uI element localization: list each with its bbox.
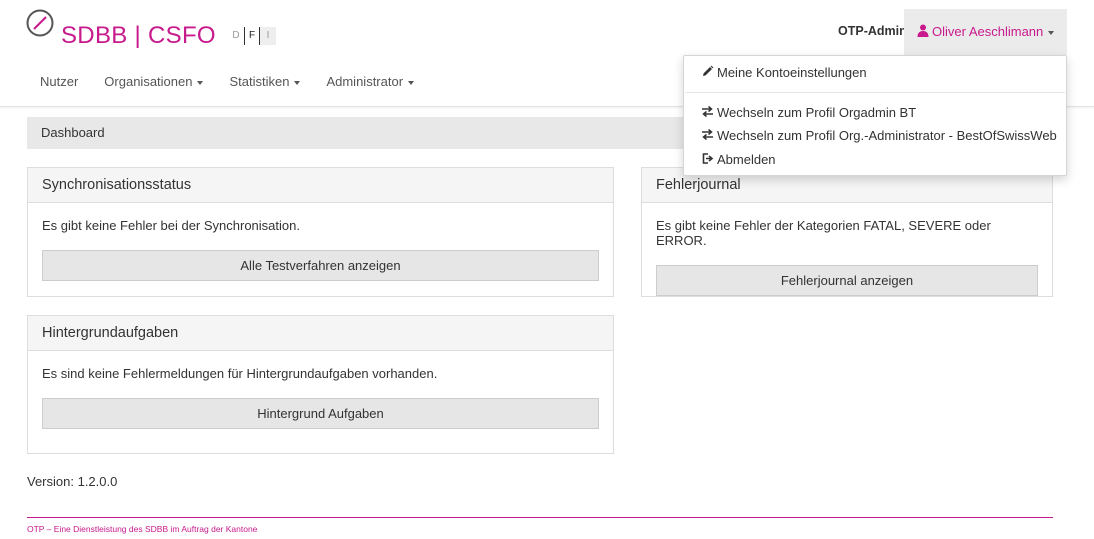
nav-statistiken[interactable]: Statistiken bbox=[216, 64, 313, 99]
show-error-journal-button[interactable]: Fehlerjournal anzeigen bbox=[656, 265, 1038, 296]
pencil-icon bbox=[703, 65, 714, 76]
user-menu-button[interactable]: Oliver Aeschlimann bbox=[904, 9, 1067, 55]
menu-item-label: Meine Kontoeinstellungen bbox=[717, 65, 867, 80]
panel-title: Synchronisationsstatus bbox=[28, 168, 613, 203]
nav-label: Organisationen bbox=[104, 74, 193, 89]
menu-item-switch-bestofswissweb[interactable]: Wechseln zum Profil Org.-Administrator -… bbox=[701, 128, 1057, 143]
switch-icon bbox=[702, 105, 713, 118]
caret-down-icon bbox=[408, 80, 415, 85]
lang-it[interactable]: I bbox=[260, 27, 276, 45]
menu-item-logout[interactable]: Abmelden bbox=[701, 152, 776, 167]
panel-message: Es gibt keine Fehler der Kategorien FATA… bbox=[656, 218, 991, 248]
user-icon bbox=[917, 24, 929, 37]
nav-nutzer[interactable]: Nutzer bbox=[27, 64, 91, 99]
error-journal-panel: Fehlerjournal Es gibt keine Fehler der K… bbox=[641, 167, 1053, 297]
brand-name: SDBB | CSFO bbox=[61, 22, 216, 49]
user-role-label: OTP-Admin bbox=[838, 24, 907, 38]
user-name: Oliver Aeschlimann bbox=[932, 24, 1044, 39]
background-tasks-button[interactable]: Hintergrund Aufgaben bbox=[42, 398, 599, 429]
panel-title: Hintergrundaufgaben bbox=[28, 316, 613, 351]
footer-divider bbox=[27, 517, 1053, 518]
sync-status-panel: Synchronisationsstatus Es gibt keine Feh… bbox=[27, 167, 614, 297]
nav-administrator[interactable]: Administrator bbox=[313, 64, 427, 99]
lang-de[interactable]: D bbox=[228, 27, 244, 45]
panel-message: Es sind keine Fehlermeldungen für Hinter… bbox=[42, 366, 438, 381]
compass-icon bbox=[26, 9, 54, 37]
switch-icon bbox=[702, 128, 713, 141]
version-label: Version: 1.2.0.0 bbox=[27, 474, 118, 489]
menu-item-label: Abmelden bbox=[717, 152, 776, 167]
user-dropdown-menu: Meine Kontoeinstellungen Wechseln zum Pr… bbox=[683, 55, 1067, 176]
menu-item-account-settings[interactable]: Meine Kontoeinstellungen bbox=[701, 65, 867, 80]
menu-item-label: Wechseln zum Profil Orgadmin BT bbox=[717, 105, 917, 120]
nav-organisationen[interactable]: Organisationen bbox=[91, 64, 216, 99]
panel-message: Es gibt keine Fehler bei der Synchronisa… bbox=[42, 218, 300, 233]
menu-divider bbox=[685, 92, 1065, 93]
nav-label: Administrator bbox=[326, 74, 404, 89]
lang-fr[interactable]: F bbox=[244, 27, 260, 45]
menu-item-label: Wechseln zum Profil Org.-Administrator -… bbox=[717, 128, 1057, 143]
nav-label: Nutzer bbox=[40, 74, 79, 89]
logout-icon bbox=[702, 153, 714, 164]
menu-item-switch-orgadmin-bt[interactable]: Wechseln zum Profil Orgadmin BT bbox=[701, 105, 916, 120]
language-switcher: D F I bbox=[228, 27, 276, 45]
caret-down-icon bbox=[197, 80, 204, 85]
nav-label: Statistiken bbox=[229, 74, 290, 89]
footer-text: OTP – Eine Dienstleistung des SDBB im Au… bbox=[27, 524, 258, 534]
show-all-tests-button[interactable]: Alle Testverfahren anzeigen bbox=[42, 250, 599, 281]
background-tasks-panel: Hintergrundaufgaben Es sind keine Fehler… bbox=[27, 315, 614, 454]
caret-down-icon bbox=[294, 80, 301, 85]
main-nav: Nutzer Organisationen Statistiken Admini… bbox=[27, 64, 427, 99]
caret-down-icon bbox=[1048, 30, 1055, 35]
